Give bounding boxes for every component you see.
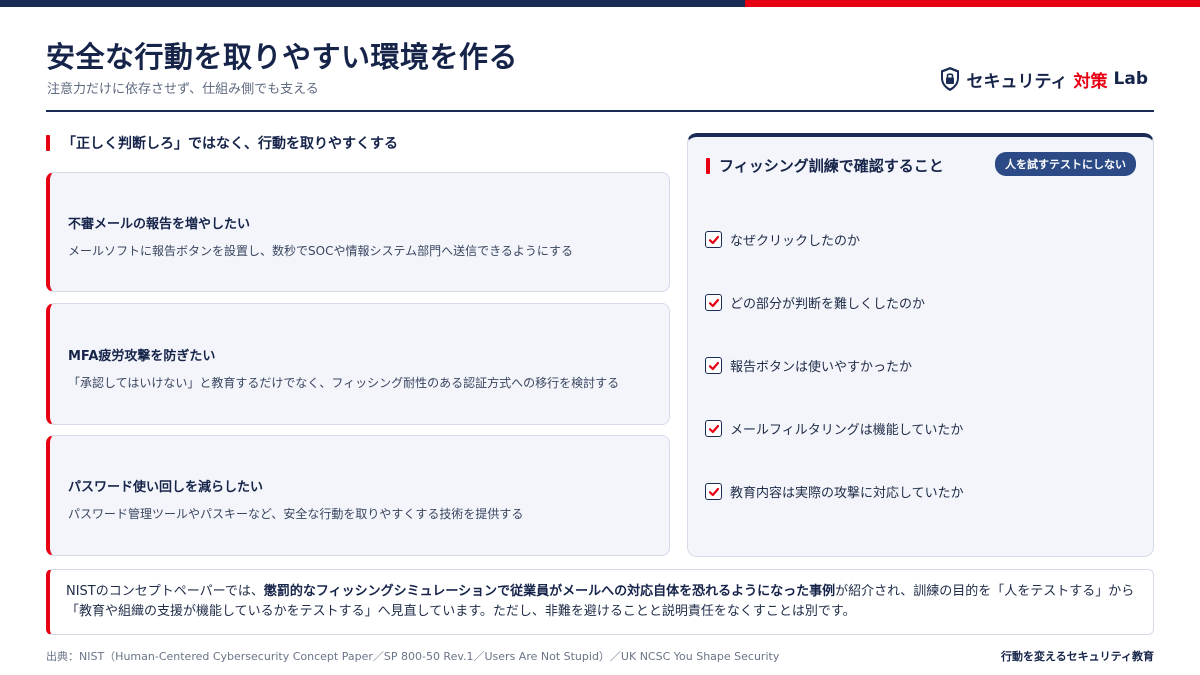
brand-logo: セキュリティ 対策 Lab [939, 66, 1148, 92]
page-title: 安全な行動を取りやすい環境を作る [46, 40, 519, 74]
header-divider [46, 110, 1154, 112]
checklist-item: メールフィルタリングは機能していたか [705, 419, 963, 438]
footer-tagline: 行動を変えるセキュリティ教育 [1000, 650, 1154, 663]
checklist-item-text: 教育内容は実際の攻撃に対応していたか [730, 486, 964, 501]
page-subtitle: 注意力だけに依存させず、仕組み側でも支える [47, 82, 319, 97]
left-section-heading: 「正しく判断しろ」ではなく、行動を取りやすくする [46, 133, 398, 153]
card-description: メールソフトに報告ボタンを設置し、数秒でSOCや情報システム部門へ送信できるよう… [68, 244, 573, 258]
top-bar-red-segment [745, 0, 1200, 7]
checkbox-checked-icon [705, 420, 722, 437]
shield-lock-icon [940, 67, 959, 91]
heading-marker [706, 157, 710, 174]
checklist-item-text: メールフィルタリングは機能していたか [730, 423, 964, 438]
measure-card: MFA疲労攻撃を防ぎたい 「承認してはいけない」と教育するだけでなく、フィッシン… [46, 303, 670, 425]
brand-name-main: セキュリティ [966, 71, 1068, 92]
checkbox-checked-icon [705, 294, 722, 311]
card-title: 不審メールの報告を増やしたい [68, 217, 251, 232]
checkbox-checked-icon [705, 231, 722, 248]
top-bar-navy-segment [0, 0, 745, 7]
checkbox-checked-icon [705, 357, 722, 374]
checklist-item: 教育内容は実際の攻撃に対応していたか [705, 482, 964, 501]
note-text-part1: NISTのコンセプトペーパーでは、 [66, 584, 264, 599]
source-citation: 出典：NIST（Human-Centered Cybersecurity Con… [46, 650, 780, 663]
checklist-item-text: なぜクリックしたのか [730, 234, 861, 249]
policy-badge: 人を試すテストにしない [995, 152, 1136, 176]
checklist-heading-text: フィッシング訓練で確認すること [719, 157, 944, 175]
measure-card: 不審メールの報告を増やしたい メールソフトに報告ボタンを設置し、数秒でSOCや情… [46, 172, 670, 292]
card-title: MFA疲労攻撃を防ぎたい [68, 349, 216, 364]
left-heading-text: 「正しく判断しろ」ではなく、行動を取りやすくする [62, 136, 398, 152]
nist-note-box: NISTのコンセプトペーパーでは、懲罰的なフィッシングシミュレーションで従業員が… [46, 569, 1154, 635]
checklist-item-text: 報告ボタンは使いやすかったか [730, 360, 913, 375]
checklist-item-text: どの部分が判断を難しくしたのか [730, 297, 926, 312]
phishing-checklist-panel: フィッシング訓練で確認すること 人を試すテストにしない なぜクリックしたのか ど… [687, 133, 1154, 557]
card-title: パスワード使い回しを減らしたい [68, 480, 264, 495]
top-accent-bar [0, 0, 1200, 7]
checklist-item: どの部分が判断を難しくしたのか [705, 293, 925, 312]
checklist-item: 報告ボタンは使いやすかったか [705, 356, 912, 375]
heading-marker [46, 135, 50, 151]
card-description: パスワード管理ツールやパスキーなど、安全な行動を取りやすくする技術を提供する [68, 507, 524, 521]
brand-name-suffix: Lab [1113, 69, 1148, 89]
card-description: 「承認してはいけない」と教育するだけでなく、フィッシング耐性のある認証方式への移… [68, 376, 620, 390]
brand-name-accent: 対策 [1073, 71, 1108, 92]
measure-card: パスワード使い回しを減らしたい パスワード管理ツールやパスキーなど、安全な行動を… [46, 435, 670, 556]
checkbox-checked-icon [705, 483, 722, 500]
checklist-heading: フィッシング訓練で確認すること [706, 155, 944, 176]
checklist-item: なぜクリックしたのか [705, 230, 860, 249]
note-text-emphasis: 懲罰的なフィッシングシミュレーションで従業員がメールへの対応自体を恐れるようにな… [263, 584, 836, 599]
